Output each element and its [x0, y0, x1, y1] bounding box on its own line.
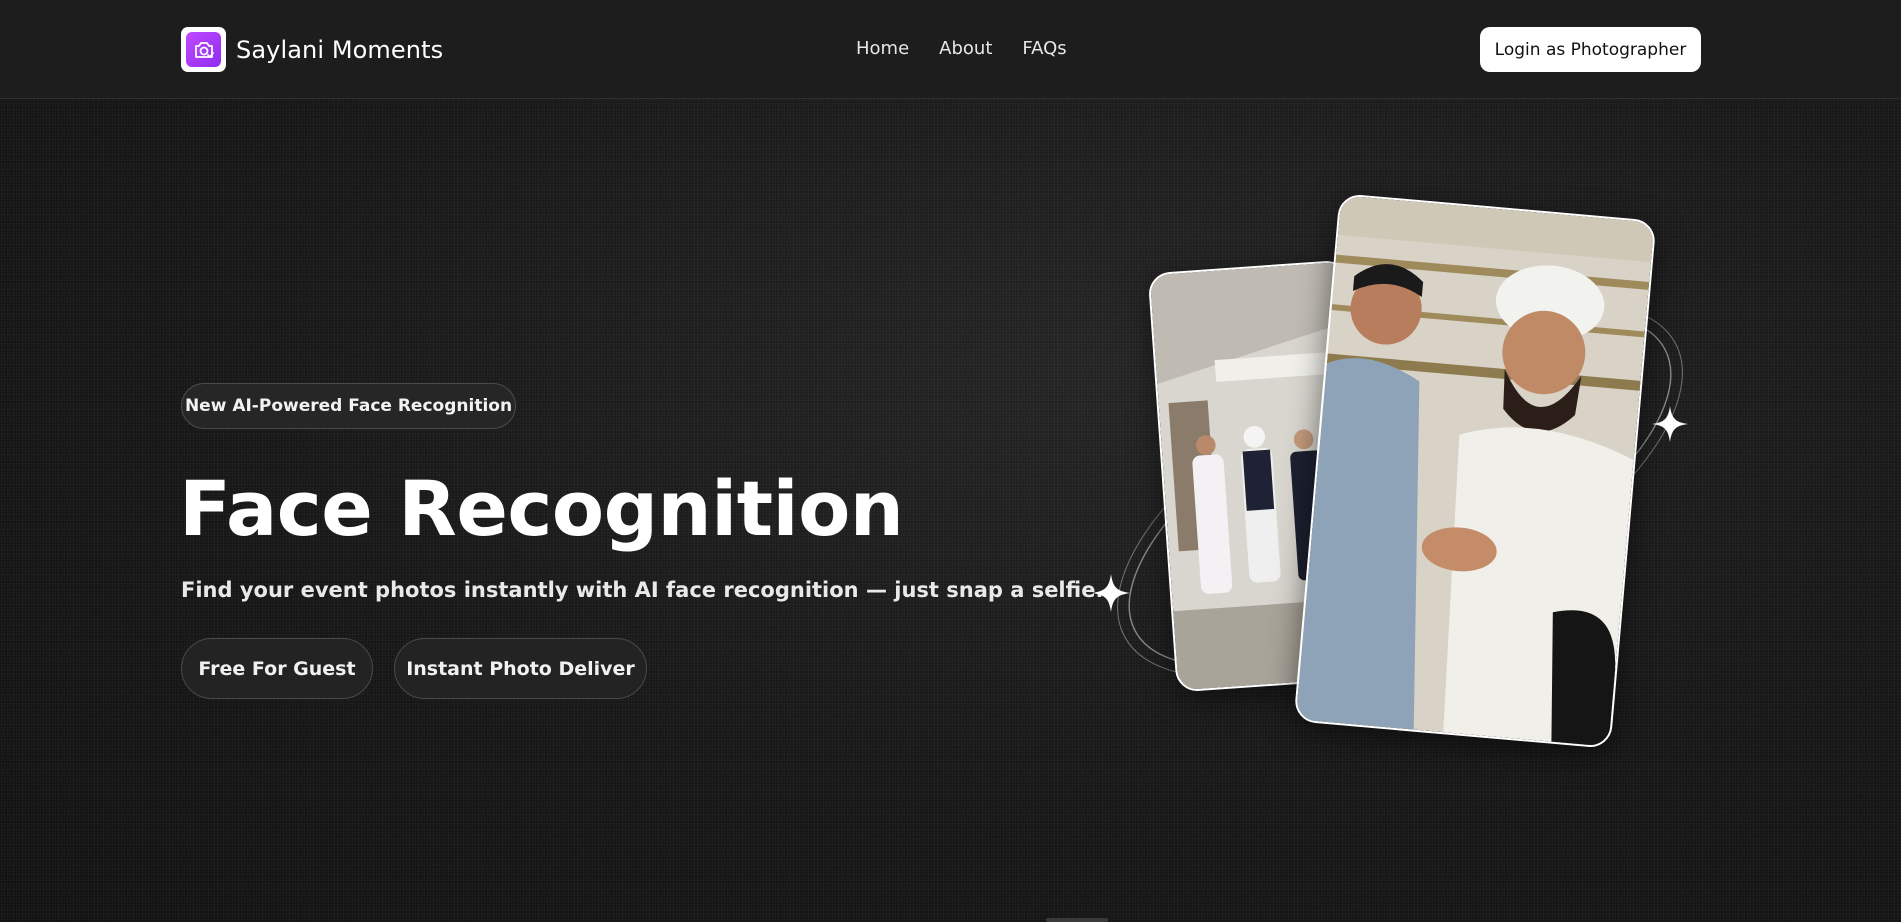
- landing-page: Saylani Moments Home About FAQs Login as…: [0, 0, 1901, 922]
- ai-badge: New AI-Powered Face Recognition: [181, 383, 516, 429]
- event-photo-handshake: [1293, 193, 1657, 749]
- sparkle-icon: [1652, 406, 1688, 442]
- main-nav: Home About FAQs: [856, 38, 1067, 59]
- nav-about[interactable]: About: [939, 38, 992, 59]
- instant-photo-deliver-button[interactable]: Instant Photo Deliver: [394, 638, 647, 699]
- sparkle-icon: [1092, 574, 1130, 612]
- nav-faqs[interactable]: FAQs: [1022, 38, 1066, 59]
- camera-icon: [186, 32, 221, 67]
- brand-logo: [181, 27, 226, 72]
- free-for-guest-button[interactable]: Free For Guest: [181, 638, 373, 699]
- brand[interactable]: Saylani Moments: [181, 27, 443, 72]
- login-photographer-button[interactable]: Login as Photographer: [1480, 27, 1701, 72]
- scroll-indicator: [1046, 918, 1108, 922]
- hero-subtitle: Find your event photos instantly with AI…: [181, 578, 1104, 602]
- hero-title: Face Recognition: [179, 464, 904, 553]
- navbar: Saylani Moments Home About FAQs Login as…: [0, 0, 1901, 99]
- brand-name: Saylani Moments: [236, 35, 444, 64]
- nav-home[interactable]: Home: [856, 38, 909, 59]
